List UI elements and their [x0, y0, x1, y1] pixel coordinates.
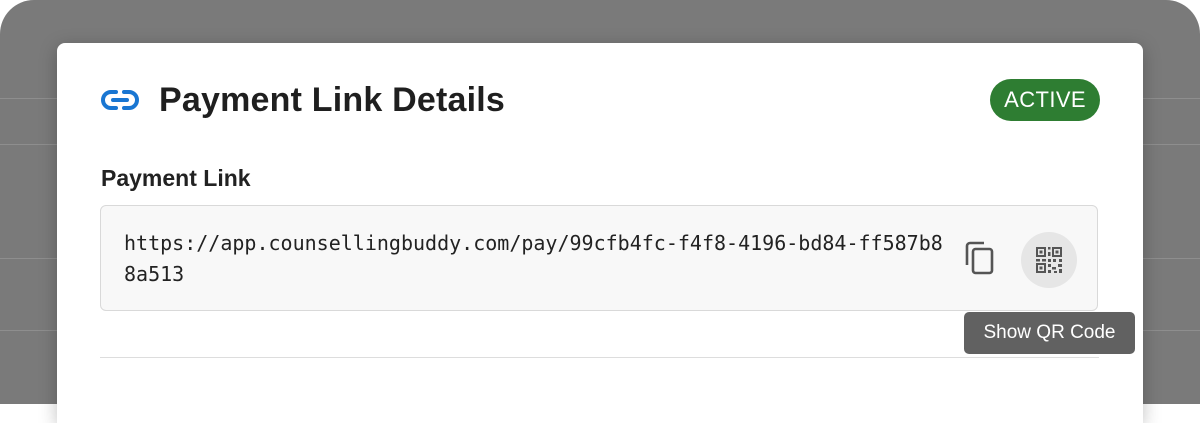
payment-link-label: Payment Link — [101, 165, 251, 191]
dialog-title-group: Payment Link Details — [101, 81, 505, 120]
link-icon — [101, 88, 139, 112]
show-qr-code-button[interactable] — [1021, 232, 1077, 288]
payment-link-url[interactable]: https://app.counsellingbuddy.com/pay/99c… — [124, 228, 944, 290]
payment-link-details-dialog: Payment Link Details ACTIVE Payment Link… — [57, 43, 1143, 423]
qr-code-tooltip: Show QR Code — [964, 312, 1135, 354]
status-badge: ACTIVE — [990, 79, 1100, 121]
copy-link-button[interactable] — [954, 232, 1006, 284]
dialog-header: Payment Link Details ACTIVE — [101, 79, 1100, 121]
dialog-title: Payment Link Details — [159, 80, 506, 119]
payment-link-field: https://app.counsellingbuddy.com/pay/99c… — [100, 205, 1098, 311]
section-divider — [100, 357, 1099, 358]
qr-code-icon — [1036, 247, 1062, 273]
copy-icon — [965, 241, 994, 275]
